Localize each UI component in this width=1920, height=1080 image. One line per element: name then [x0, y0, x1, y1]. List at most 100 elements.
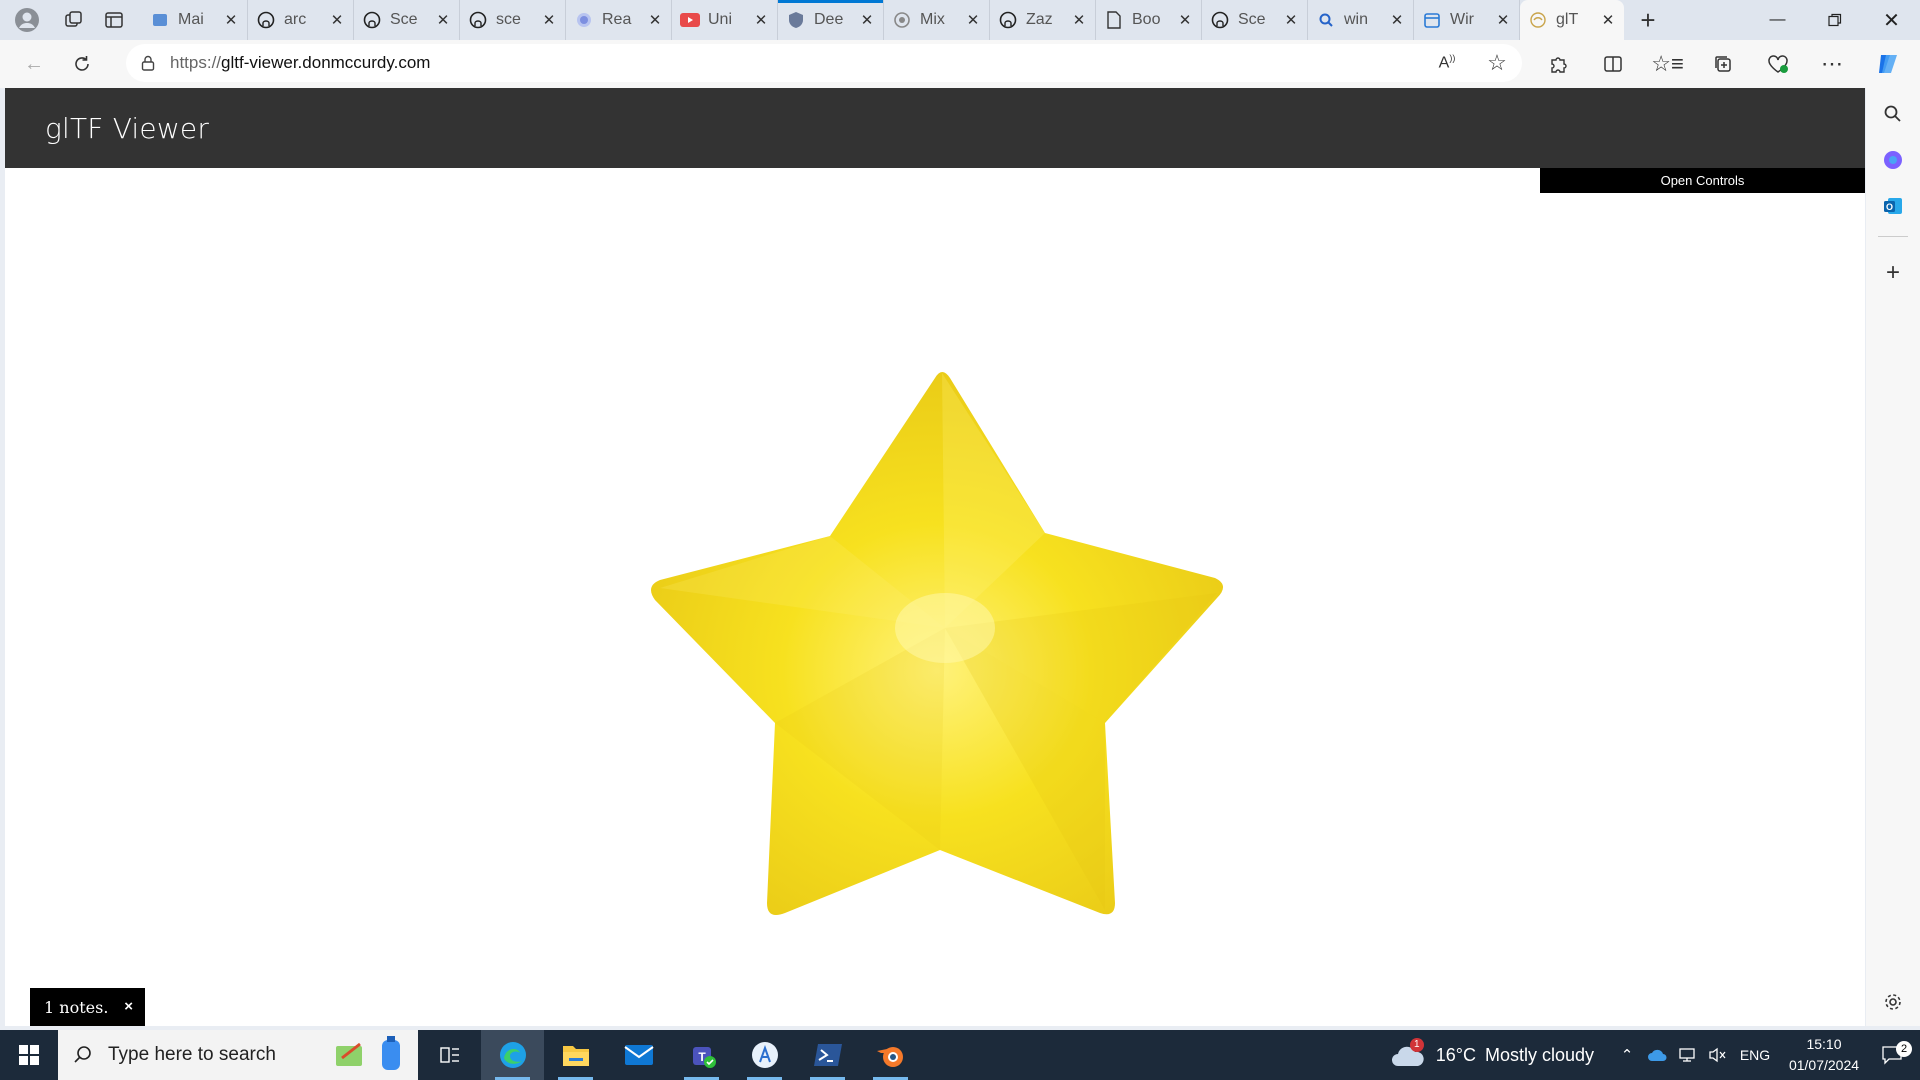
workspaces-icon: [65, 11, 82, 27]
browser-tab[interactable]: Mix ✕: [884, 0, 990, 40]
tab-title: win: [1344, 11, 1369, 28]
sidebar-search-button[interactable]: [1873, 94, 1913, 134]
tab-close-button[interactable]: ✕: [1071, 11, 1087, 29]
read-aloud-button[interactable]: A)): [1422, 53, 1472, 72]
tab-close-button[interactable]: ✕: [859, 11, 875, 29]
workspaces-button[interactable]: [54, 0, 94, 40]
task-view-button[interactable]: [418, 1030, 481, 1080]
browser-tab[interactable]: Wir ✕: [1414, 0, 1520, 40]
close-window-button[interactable]: ✕: [1863, 0, 1920, 40]
sidebar-outlook-button[interactable]: O: [1873, 186, 1913, 226]
browser-tab[interactable]: win ✕: [1308, 0, 1414, 40]
browser-essentials-button[interactable]: [1750, 44, 1805, 84]
github-icon: [998, 10, 1018, 30]
sidebar-copilot-button[interactable]: [1873, 140, 1913, 180]
refresh-button[interactable]: [58, 44, 106, 84]
notes-close-button[interactable]: ×: [124, 998, 133, 1015]
tab-close-button[interactable]: ✕: [965, 11, 981, 29]
tab-title: Zaz: [1026, 11, 1053, 28]
new-tab-button[interactable]: +: [1624, 0, 1672, 40]
tab-list: Mai ✕ arc ✕ Sce ✕ sce ✕ Rea ✕ Uni ✕ Dee ✕ Mix ✕ Zaz ✕ Boo ✕…: [142, 0, 1624, 40]
lock-icon[interactable]: [126, 55, 170, 71]
notification-count: 2: [1896, 1041, 1912, 1057]
address-bar[interactable]: https://gltf-viewer.donmccurdy.com A)) ☆: [126, 44, 1522, 82]
tab-close-button[interactable]: ✕: [1283, 11, 1299, 29]
taskbar-teams[interactable]: T: [670, 1030, 733, 1080]
tab-close-button[interactable]: ✕: [647, 11, 663, 29]
star-model[interactable]: [5, 168, 1865, 1026]
profile-button[interactable]: [0, 0, 54, 40]
sidebar-add-button[interactable]: +: [1873, 253, 1913, 293]
ai-icon: [892, 10, 912, 30]
search-icon: [58, 1045, 108, 1065]
refresh-icon: [75, 56, 89, 71]
powershell-icon: [813, 1044, 842, 1066]
network-button[interactable]: [1672, 1047, 1702, 1063]
copilot-button[interactable]: [1860, 44, 1915, 84]
browser-tab[interactable]: arc ✕: [248, 0, 354, 40]
tab-close-button[interactable]: ✕: [541, 11, 557, 29]
gear-icon: [1885, 994, 1901, 1010]
taskbar-app-store[interactable]: [733, 1030, 796, 1080]
tab-close-button[interactable]: ✕: [1389, 11, 1405, 29]
tab-close-button[interactable]: ✕: [1177, 11, 1193, 29]
onedrive-button[interactable]: [1642, 1048, 1672, 1062]
clock-date: 01/07/2024: [1788, 1057, 1860, 1073]
split-screen-button[interactable]: [1585, 44, 1640, 84]
taskbar-edge[interactable]: [481, 1030, 544, 1080]
favorites-icon: ☆≡: [1651, 51, 1684, 76]
browser-tab[interactable]: Sce ✕: [1202, 0, 1308, 40]
browser-tab[interactable]: Mai ✕: [142, 0, 248, 40]
tab-close-button[interactable]: ✕: [223, 11, 239, 29]
taskbar-blender[interactable]: [859, 1030, 922, 1080]
weather-widget[interactable]: 1 16°C Mostly cloudy: [1390, 1038, 1594, 1070]
minimize-button[interactable]: —: [1749, 0, 1806, 40]
browser-tab[interactable]: Rea ✕: [566, 0, 672, 40]
clock[interactable]: 15:10 01/07/2024: [1784, 1034, 1864, 1076]
volume-button[interactable]: [1702, 1047, 1732, 1063]
tab-title: Sce: [1238, 11, 1266, 28]
3d-viewport[interactable]: [5, 168, 1865, 1026]
browser-tab[interactable]: Boo ✕: [1096, 0, 1202, 40]
settings-more-button[interactable]: ⋯: [1805, 44, 1860, 84]
taskbar-mail[interactable]: [607, 1030, 670, 1080]
site-title[interactable]: glTF Viewer: [45, 112, 209, 145]
browser-tab[interactable]: glT ✕: [1520, 0, 1624, 40]
heartbeat-icon: [1767, 55, 1788, 73]
url-text[interactable]: https://gltf-viewer.donmccurdy.com: [170, 53, 1422, 73]
tab-close-button[interactable]: ✕: [1600, 11, 1616, 29]
language-indicator[interactable]: ENG: [1732, 1047, 1778, 1063]
star-outline-icon: ☆: [1487, 50, 1507, 75]
notes-text: 1 notes.: [44, 997, 109, 1017]
browser-tab[interactable]: Dee ✕: [778, 0, 884, 40]
browser-tab[interactable]: Uni ✕: [672, 0, 778, 40]
browser-tab[interactable]: sce ✕: [460, 0, 566, 40]
tray-overflow-button[interactable]: ⌃: [1612, 1046, 1642, 1064]
sidebar-settings-button[interactable]: [1873, 982, 1913, 1022]
vertical-tabs-button[interactable]: [94, 0, 134, 40]
collections-button[interactable]: [1695, 44, 1750, 84]
browser-tab[interactable]: Zaz ✕: [990, 0, 1096, 40]
start-button[interactable]: [0, 1030, 58, 1080]
browser-toolbar: ☆≡ ⋯: [1530, 40, 1915, 88]
tab-close-button[interactable]: ✕: [435, 11, 451, 29]
favorites-button[interactable]: ☆≡: [1640, 44, 1695, 84]
extensions-button[interactable]: [1530, 44, 1585, 84]
restore-icon: [1827, 13, 1841, 27]
notification-center-button[interactable]: 2: [1864, 1041, 1920, 1065]
favorite-button[interactable]: ☆: [1472, 50, 1522, 76]
tab-close-button[interactable]: ✕: [753, 11, 769, 29]
tab-title: glT: [1556, 11, 1579, 28]
taskbar-powershell[interactable]: [796, 1030, 859, 1080]
open-controls-button[interactable]: Open Controls: [1540, 168, 1865, 193]
taskbar-search-box[interactable]: Type here to search: [58, 1030, 418, 1080]
cloud-icon: 1: [1390, 1038, 1430, 1070]
navigation-bar: ← https://gltf-viewer.donmccurdy.com A))…: [0, 40, 1920, 88]
tab-close-button[interactable]: ✕: [1495, 11, 1511, 29]
globe-icon: [574, 10, 594, 30]
browser-tab[interactable]: Sce ✕: [354, 0, 460, 40]
tab-close-button[interactable]: ✕: [329, 11, 345, 29]
taskbar-file-explorer[interactable]: [544, 1030, 607, 1080]
restore-button[interactable]: [1806, 0, 1863, 40]
back-button[interactable]: ←: [10, 44, 58, 84]
